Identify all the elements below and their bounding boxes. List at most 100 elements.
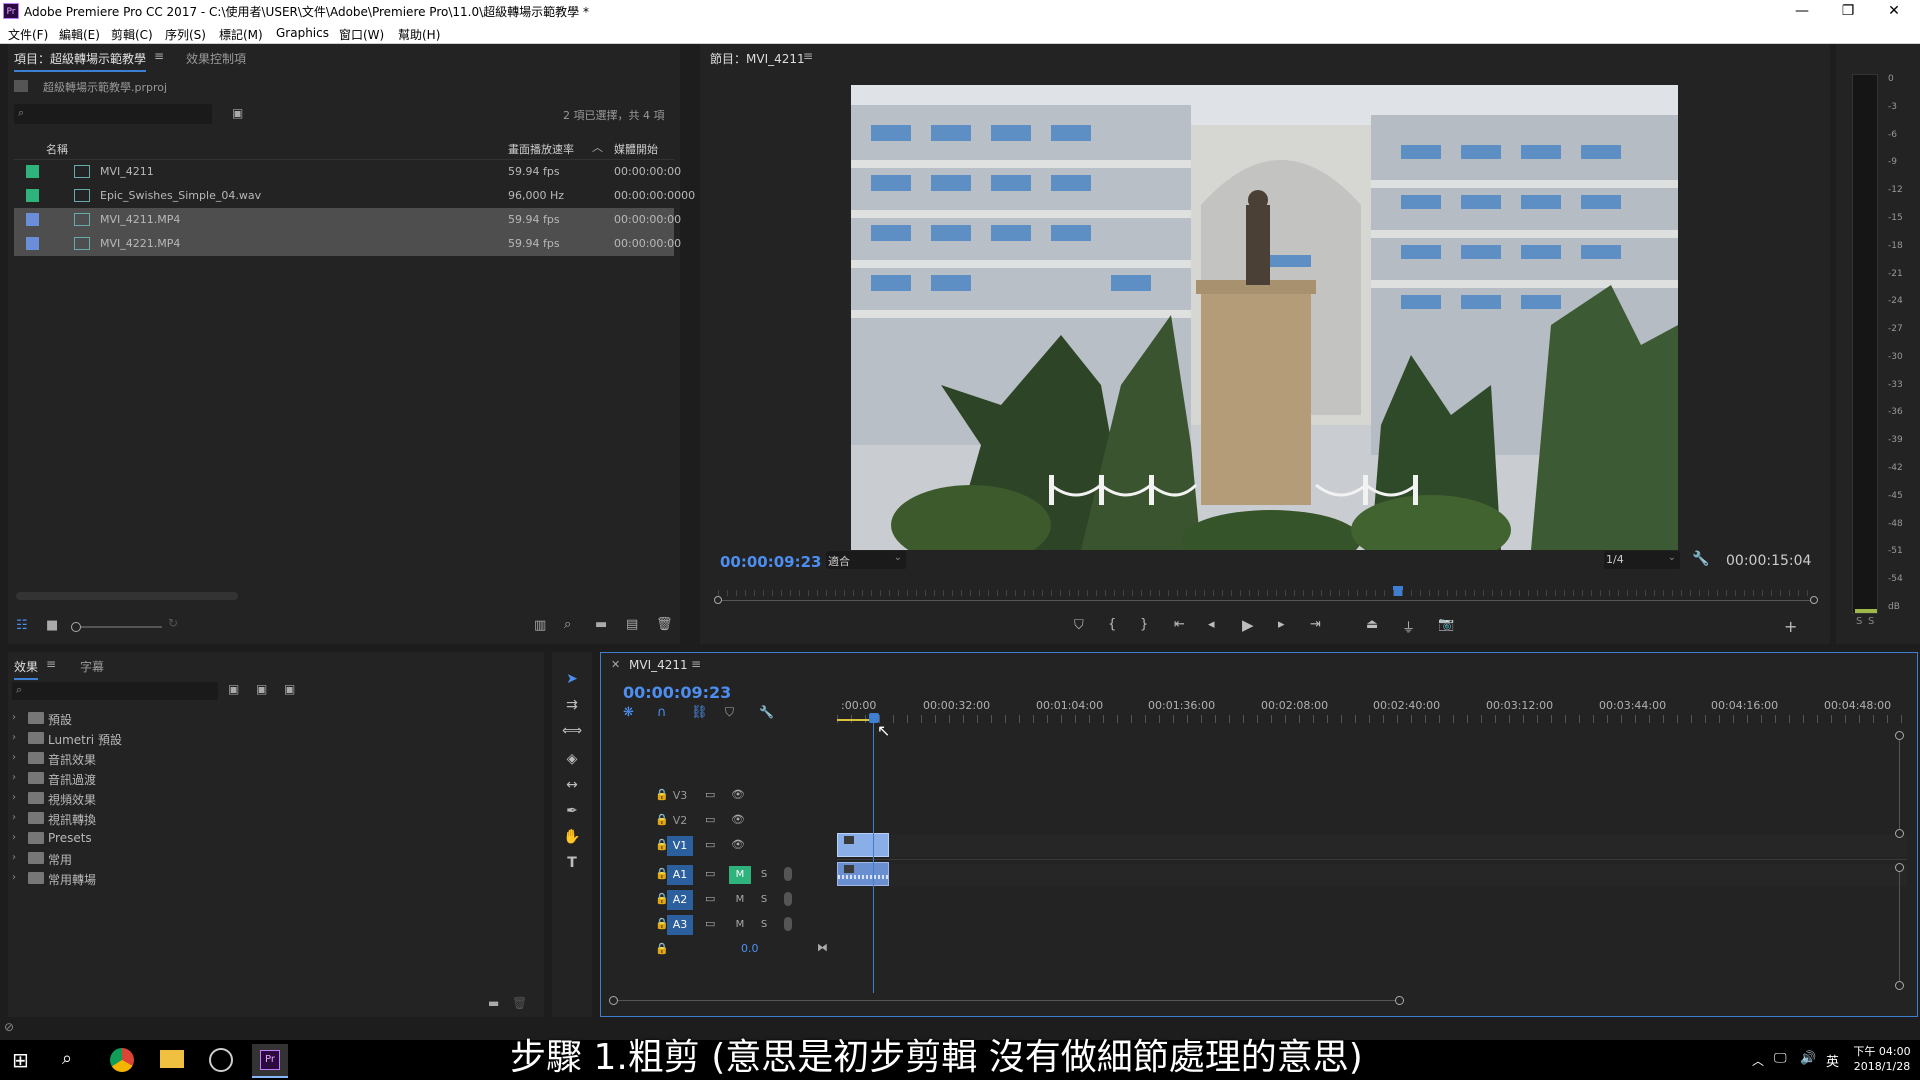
list-item[interactable]: MVI_4221.MP4 59.94 fps 00:00:00:00 bbox=[14, 232, 681, 256]
chrome-icon[interactable] bbox=[110, 1048, 134, 1072]
effect-folder[interactable]: › 常用轉場 bbox=[8, 869, 538, 889]
resolution-dropdown[interactable]: 1/4 ⌄ bbox=[1604, 551, 1680, 569]
taskbar-date[interactable]: 2018/1/28 bbox=[1848, 1060, 1916, 1073]
track-target-a1[interactable]: A1 bbox=[667, 865, 693, 885]
go-to-out-icon[interactable]: ⇥ bbox=[1310, 617, 1321, 632]
horizontal-scrollbar[interactable] bbox=[16, 592, 238, 600]
list-item[interactable]: Epic_Swishes_Simple_04.wav 96,000 Hz 00:… bbox=[14, 184, 695, 208]
effect-folder[interactable]: › 視訊轉換 bbox=[8, 809, 538, 829]
column-name[interactable]: 名稱 bbox=[46, 141, 68, 157]
minimize-icon[interactable]: — bbox=[1780, 0, 1824, 22]
close-icon[interactable]: ✕ bbox=[1872, 0, 1916, 22]
work-area-bar[interactable] bbox=[837, 719, 871, 721]
lift-icon[interactable]: ⏏ bbox=[1366, 617, 1378, 632]
list-item[interactable]: MVI_4211 59.94 fps 00:00:00:00 bbox=[14, 160, 681, 184]
menu-help[interactable]: 幫助(H) bbox=[398, 26, 440, 43]
track-target-a2[interactable]: A2 bbox=[667, 890, 693, 910]
video-tracks-scrollbar[interactable] bbox=[1895, 731, 1904, 838]
trash-icon[interactable]: 🗑 bbox=[656, 617, 673, 632]
close-sequence-icon[interactable]: ✕ bbox=[611, 658, 620, 671]
taskbar-search-icon[interactable]: ⌕ bbox=[62, 1048, 72, 1069]
eye-icon[interactable]: 👁 bbox=[731, 838, 745, 851]
go-to-end-icon[interactable]: ⧓ bbox=[817, 941, 828, 954]
type-tool-icon[interactable]: T bbox=[560, 852, 584, 874]
scroll-handle[interactable] bbox=[1895, 731, 1904, 740]
column-frame-rate[interactable]: 畫面播放速率 bbox=[508, 141, 574, 157]
restore-icon[interactable]: ❐ bbox=[1826, 0, 1870, 22]
audio-clip[interactable] bbox=[837, 862, 889, 886]
mute-button[interactable]: M bbox=[729, 916, 751, 934]
solo-button[interactable]: S bbox=[757, 916, 771, 934]
network-icon[interactable]: 🖵 bbox=[1774, 1051, 1787, 1066]
master-volume-value[interactable]: 0.0 bbox=[741, 942, 759, 955]
lock-icon[interactable]: 🔒 bbox=[655, 942, 669, 955]
track-target-v3[interactable]: V3 bbox=[667, 786, 693, 806]
new-bin-icon[interactable]: ▣ bbox=[232, 106, 243, 120]
new-item-icon[interactable]: ▤ bbox=[626, 617, 638, 632]
32bit-effects-icon[interactable]: ▣ bbox=[256, 682, 267, 696]
audio-tracks-scrollbar[interactable] bbox=[1895, 863, 1904, 990]
step-back-icon[interactable]: ◂ bbox=[1208, 617, 1215, 632]
sync-lock-icon[interactable]: ▭ bbox=[705, 892, 715, 905]
menu-clip[interactable]: 剪輯(C) bbox=[111, 26, 153, 43]
zoom-slider[interactable] bbox=[71, 622, 162, 632]
track-target-v1[interactable]: V1 bbox=[667, 836, 693, 856]
sort-chevron-icon[interactable]: ︿ bbox=[592, 139, 603, 155]
solo-button[interactable]: S bbox=[757, 891, 771, 909]
selection-tool-icon[interactable]: ➤ bbox=[560, 668, 584, 690]
add-marker-icon[interactable]: ⛉ bbox=[1074, 618, 1084, 633]
ime-indicator[interactable]: 英 bbox=[1826, 1051, 1839, 1070]
find-icon[interactable]: ⌕ bbox=[564, 617, 571, 632]
sequence-tab[interactable]: MVI_4211 bbox=[629, 658, 688, 672]
extract-icon[interactable]: ⏚ bbox=[1402, 617, 1415, 636]
solo-button[interactable]: S bbox=[757, 866, 771, 884]
list-view-icon[interactable]: ☷ bbox=[16, 618, 28, 633]
pen-tool-icon[interactable]: ✒ bbox=[560, 800, 584, 822]
sync-lock-icon[interactable]: ▭ bbox=[705, 838, 715, 851]
windows-start-icon[interactable]: ⊞ bbox=[12, 1048, 29, 1072]
yuv-effects-icon[interactable]: ▣ bbox=[284, 682, 295, 696]
eye-icon[interactable]: 👁 bbox=[731, 788, 745, 801]
volume-icon[interactable]: 🔊 bbox=[1800, 1051, 1816, 1066]
panel-menu-icon[interactable]: ≡ bbox=[154, 49, 164, 63]
nest-toggle-icon[interactable]: ❋ bbox=[623, 705, 634, 720]
file-explorer-icon[interactable] bbox=[160, 1050, 184, 1068]
tab-captions[interactable]: 字幕 bbox=[80, 658, 104, 675]
obs-icon[interactable] bbox=[209, 1048, 233, 1072]
zoom-start-handle[interactable] bbox=[609, 996, 618, 1005]
scrub-start-handle[interactable] bbox=[714, 596, 722, 604]
panel-menu-icon[interactable]: ≡ bbox=[803, 49, 813, 63]
track-select-tool-icon[interactable]: ⇉ bbox=[560, 694, 584, 716]
panel-menu-icon[interactable]: ≡ bbox=[691, 657, 701, 671]
new-custom-bin-icon[interactable]: ▬ bbox=[488, 996, 499, 1010]
track-target-a3[interactable]: A3 bbox=[667, 915, 693, 935]
sync-lock-icon[interactable]: ▭ bbox=[705, 917, 715, 930]
play-icon[interactable]: ▶ bbox=[1242, 616, 1254, 634]
mute-button[interactable]: M bbox=[729, 891, 751, 909]
column-media-start[interactable]: 媒體開始 bbox=[614, 141, 658, 157]
tab-effects[interactable]: 效果 bbox=[14, 658, 39, 680]
scrub-end-handle[interactable] bbox=[1810, 596, 1818, 604]
zoom-slider-handle[interactable] bbox=[71, 622, 81, 632]
timeline-horizontal-scrollbar[interactable] bbox=[609, 996, 1404, 1005]
hand-tool-icon[interactable]: ✋ bbox=[560, 826, 584, 848]
mark-out-icon[interactable]: } bbox=[1140, 617, 1148, 632]
step-forward-icon[interactable]: ▸ bbox=[1278, 617, 1285, 632]
sync-lock-icon[interactable]: ▭ bbox=[705, 867, 715, 880]
track-target-v2[interactable]: V2 bbox=[667, 811, 693, 831]
scroll-handle[interactable] bbox=[1895, 829, 1904, 838]
solo-right-button[interactable]: S bbox=[1868, 616, 1874, 627]
effect-folder[interactable]: › 視頻效果 bbox=[8, 789, 538, 809]
effect-folder[interactable]: › 常用 bbox=[8, 849, 538, 869]
tray-up-chevron-icon[interactable]: ︿ bbox=[1752, 1052, 1764, 1069]
panel-menu-icon[interactable]: ≡ bbox=[46, 657, 56, 671]
wrench-icon[interactable]: 🔧 bbox=[1692, 551, 1709, 567]
accelerated-effects-icon[interactable]: ▣ bbox=[228, 682, 239, 696]
timeline-settings-wrench-icon[interactable]: 🔧 bbox=[759, 705, 774, 719]
go-to-in-icon[interactable]: ⇤ bbox=[1174, 617, 1185, 632]
menu-sequence[interactable]: 序列(S) bbox=[165, 26, 206, 43]
solo-left-button[interactable]: S bbox=[1856, 616, 1862, 627]
add-marker-icon[interactable]: ⛉ bbox=[725, 705, 734, 720]
ripple-edit-tool-icon[interactable]: ⟺ bbox=[560, 720, 584, 742]
mic-icon[interactable] bbox=[784, 892, 792, 906]
